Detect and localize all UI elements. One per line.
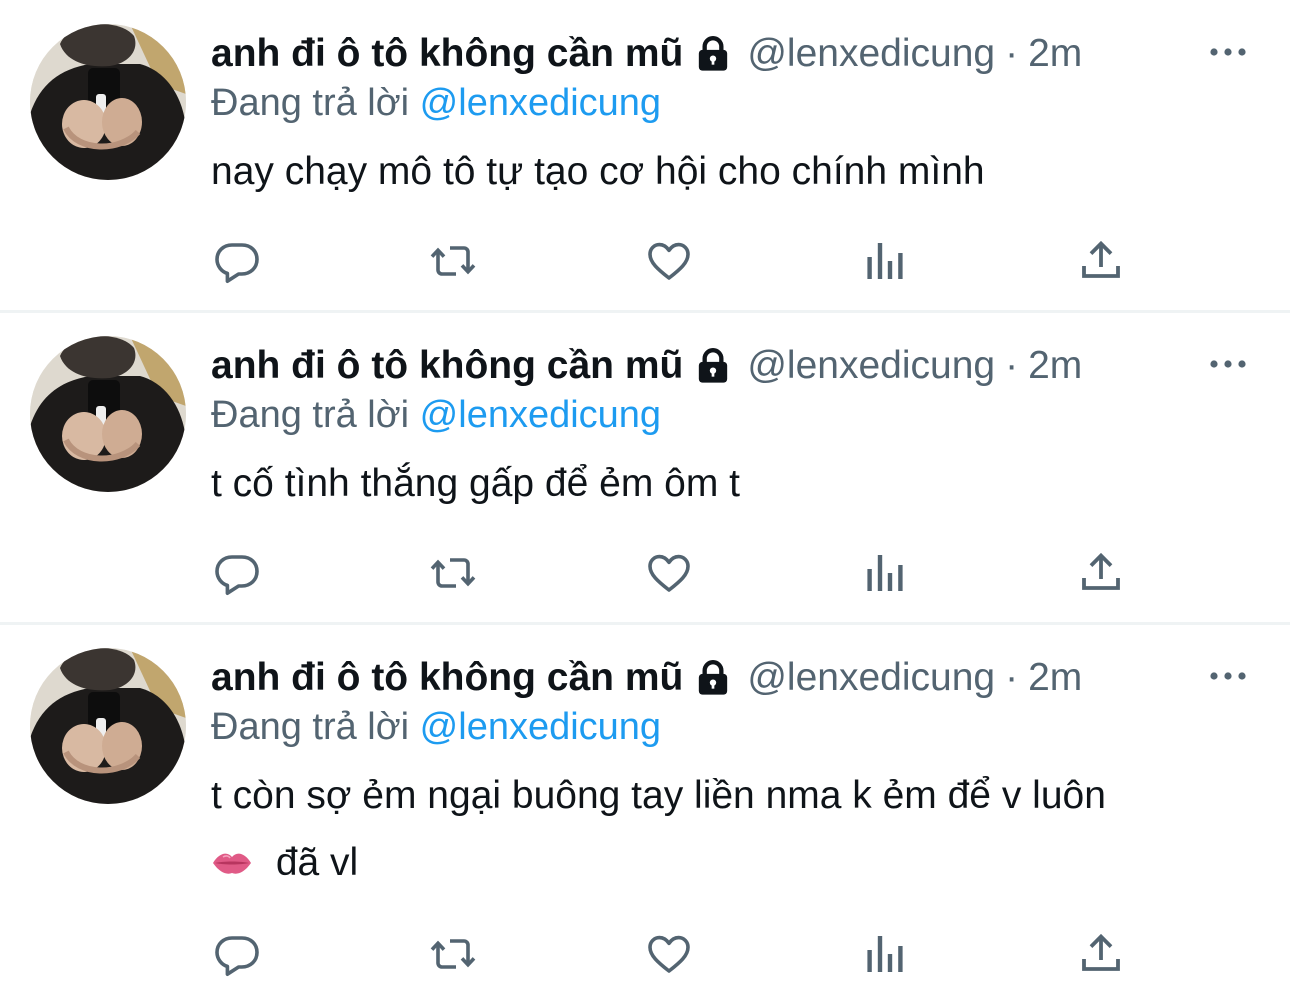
views-icon	[861, 549, 909, 597]
reply-prefix: Đang trả lời	[211, 394, 410, 436]
more-horizontal-icon[interactable]	[1208, 42, 1248, 62]
replying-to: Đang trả lời @lenxedicung	[211, 82, 661, 125]
avatar[interactable]	[30, 336, 186, 492]
reply-prefix: Đang trả lời	[211, 82, 410, 124]
tweet-header: anh đi ô tô không cần mũ @lenxedicung · …	[211, 29, 1082, 79]
lips-emoji-icon	[213, 853, 251, 874]
action-bar	[0, 236, 1290, 286]
timestamp[interactable]: 2m	[1028, 32, 1082, 76]
display-name[interactable]: anh đi ô tô không cần mũ	[211, 656, 683, 700]
retweet-button[interactable]	[428, 236, 478, 286]
reply-button[interactable]	[212, 929, 262, 979]
tweet-text-line: đã vl	[275, 841, 359, 884]
tweet-text-line: nay chạy mô tô tự tạo cơ hội cho chính m…	[211, 150, 985, 193]
like-button[interactable]	[644, 929, 694, 979]
tweet-text: t cố tình thắng gấp để ẻm ôm t	[211, 454, 740, 514]
reply-mention-link[interactable]: @lenxedicung	[420, 394, 661, 436]
lock-icon	[693, 346, 733, 386]
share-icon	[1077, 549, 1125, 597]
reply-icon	[213, 549, 261, 597]
tweet[interactable]: anh đi ô tô không cần mũ @lenxedicung · …	[0, 625, 1290, 998]
user-handle[interactable]: @lenxedicung	[747, 344, 995, 388]
lock-icon	[693, 34, 733, 74]
reply-mention-link[interactable]: @lenxedicung	[420, 82, 661, 124]
retweet-button[interactable]	[428, 548, 478, 598]
views-button[interactable]	[860, 548, 910, 598]
user-handle[interactable]: @lenxedicung	[747, 656, 995, 700]
tweet-text: nay chạy mô tô tự tạo cơ hội cho chính m…	[211, 142, 985, 202]
reply-icon	[213, 930, 261, 978]
replying-to: Đang trả lời @lenxedicung	[211, 706, 661, 749]
display-name[interactable]: anh đi ô tô không cần mũ	[211, 344, 683, 388]
avatar[interactable]	[30, 24, 186, 180]
replying-to: Đang trả lời @lenxedicung	[211, 394, 661, 437]
heart-icon	[645, 237, 693, 285]
avatar[interactable]	[30, 648, 186, 804]
views-button[interactable]	[860, 236, 910, 286]
reply-button[interactable]	[212, 548, 262, 598]
tweet-header: anh đi ô tô không cần mũ @lenxedicung · …	[211, 653, 1082, 703]
share-button[interactable]	[1076, 929, 1126, 979]
reply-prefix: Đang trả lời	[211, 706, 410, 748]
user-handle[interactable]: @lenxedicung	[747, 32, 995, 76]
reply-button[interactable]	[212, 236, 262, 286]
like-button[interactable]	[644, 548, 694, 598]
tweet-text-line: t cố tình thắng gấp để ẻm ôm t	[211, 462, 740, 505]
retweet-button[interactable]	[428, 929, 478, 979]
action-bar	[0, 548, 1290, 598]
timestamp[interactable]: 2m	[1028, 656, 1082, 700]
retweet-icon	[429, 237, 477, 285]
share-button[interactable]	[1076, 548, 1126, 598]
reply-icon	[213, 237, 261, 285]
separator-dot: ·	[1005, 656, 1019, 699]
like-button[interactable]	[644, 236, 694, 286]
tweet[interactable]: anh đi ô tô không cần mũ @lenxedicung · …	[0, 313, 1290, 622]
retweet-icon	[429, 549, 477, 597]
separator-dot: ·	[1005, 32, 1019, 75]
lock-icon	[693, 658, 733, 698]
views-icon	[861, 237, 909, 285]
tweet-text-line-2: đã vl	[211, 833, 1106, 893]
heart-icon	[645, 549, 693, 597]
reply-mention-link[interactable]: @lenxedicung	[420, 706, 661, 748]
heart-icon	[645, 930, 693, 978]
tweet-text: t còn sợ ẻm ngại buông tay liền nma k ẻm…	[211, 766, 1106, 893]
share-icon	[1077, 237, 1125, 285]
separator-dot: ·	[1005, 344, 1019, 387]
display-name[interactable]: anh đi ô tô không cần mũ	[211, 32, 683, 76]
tweet-text-line: t còn sợ ẻm ngại buông tay liền nma k ẻm…	[211, 774, 1106, 817]
timestamp[interactable]: 2m	[1028, 344, 1082, 388]
tweet[interactable]: anh đi ô tô không cần mũ @lenxedicung · …	[0, 0, 1290, 310]
views-icon	[861, 930, 909, 978]
retweet-icon	[429, 930, 477, 978]
share-icon	[1077, 930, 1125, 978]
tweet-header: anh đi ô tô không cần mũ @lenxedicung · …	[211, 341, 1082, 391]
more-horizontal-icon[interactable]	[1208, 666, 1248, 686]
views-button[interactable]	[860, 929, 910, 979]
share-button[interactable]	[1076, 236, 1126, 286]
more-horizontal-icon[interactable]	[1208, 354, 1248, 374]
action-bar	[0, 929, 1290, 979]
